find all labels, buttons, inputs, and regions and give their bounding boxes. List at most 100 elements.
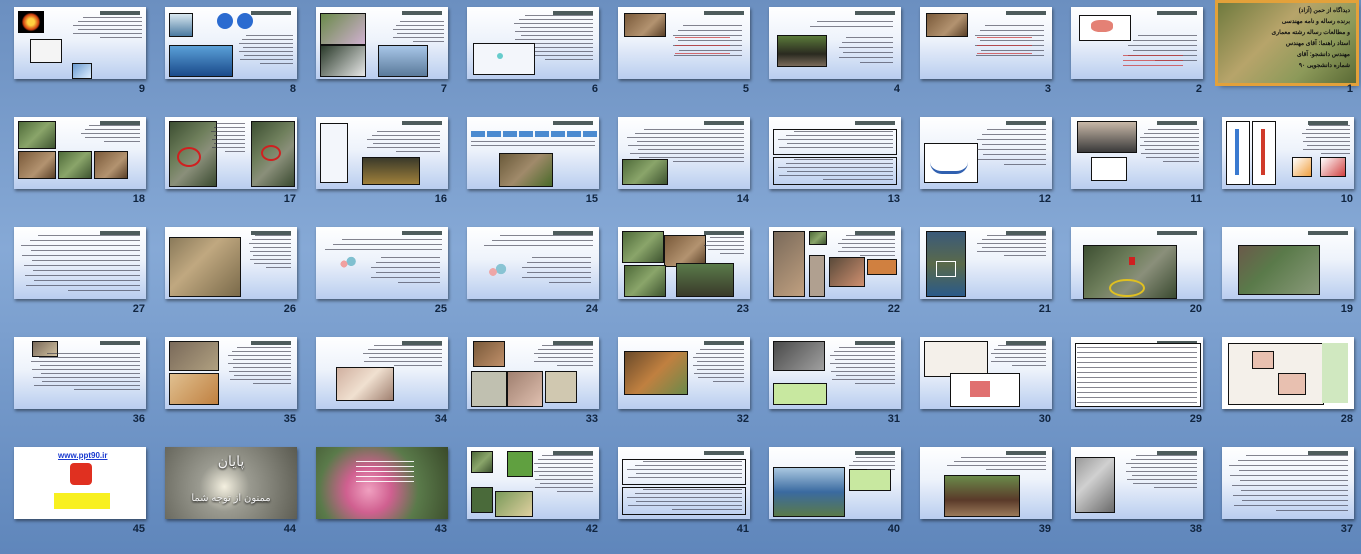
slide-thumbnail-39[interactable] [920, 447, 1052, 519]
slide-cell[interactable]: 2 [1057, 0, 1208, 110]
text-line [627, 497, 742, 498]
slide-cell[interactable]: 24 [453, 220, 604, 330]
slide-thumbnail-9[interactable] [14, 7, 146, 79]
slide-cell[interactable]: 14 [604, 110, 755, 220]
slide-cell[interactable]: 23 [604, 220, 755, 330]
slide-cell[interactable]: 40 [755, 440, 906, 550]
slide-cell[interactable]: 6 [453, 0, 604, 110]
slide-thumbnail-36[interactable] [14, 337, 146, 409]
slide-thumbnail-30[interactable] [920, 337, 1052, 409]
slide-thumbnail-14[interactable] [618, 117, 750, 189]
text-line [525, 15, 593, 16]
slide-cell[interactable]: 27 [0, 220, 151, 330]
slide-thumbnail-3[interactable] [920, 7, 1052, 79]
slide-thumbnail-31[interactable] [769, 337, 901, 409]
slide-cell[interactable]: 16 [302, 110, 453, 220]
slide-thumbnail-25[interactable] [316, 227, 448, 299]
slide-cell[interactable]: 43 [302, 440, 453, 550]
slide-cell[interactable]: دیداگاه از حمن (آزاد) برنده رساله و نامه … [1208, 0, 1359, 110]
slide-thumbnail-33[interactable] [467, 337, 599, 409]
slide-cell[interactable]: پایان ممنون از توجه شما 44 [151, 440, 302, 550]
text-line [1303, 149, 1350, 150]
slide-cell[interactable]: 20 [1057, 220, 1208, 330]
slide-cell[interactable]: 3 [906, 0, 1057, 110]
slide-cell[interactable]: 15 [453, 110, 604, 220]
slide-cell[interactable]: 17 [151, 110, 302, 220]
slide-thumbnail-13[interactable] [769, 117, 901, 189]
slide-thumbnail-5[interactable] [618, 7, 750, 79]
slide-cell[interactable]: 28 [1208, 330, 1359, 440]
slide-cell[interactable]: 19 [1208, 220, 1359, 330]
slide-cell[interactable]: 32 [604, 330, 755, 440]
slide-cell[interactable]: 13 [755, 110, 906, 220]
slide-cell[interactable]: www.ppt90.ir 45 [0, 440, 151, 550]
slide-cell[interactable]: 21 [906, 220, 1057, 330]
slide-cell[interactable]: 12 [906, 110, 1057, 220]
ppt90-link[interactable]: www.ppt90.ir [58, 451, 108, 460]
text-line [845, 235, 895, 236]
slide-thumbnail-42[interactable] [467, 447, 599, 519]
slide-thumbnail-8[interactable] [165, 7, 297, 79]
slide-thumbnail-24[interactable] [467, 227, 599, 299]
slide-cell[interactable]: 35 [151, 330, 302, 440]
slide-cell[interactable]: 36 [0, 330, 151, 440]
slide-thumbnail-17[interactable] [165, 117, 297, 189]
text-line [990, 353, 1046, 354]
slide-thumbnail-27[interactable] [14, 227, 146, 299]
slide-cell[interactable]: 7 [302, 0, 453, 110]
slide-thumbnail-44[interactable]: پایان ممنون از توجه شما [165, 447, 297, 519]
slide-thumbnail-41[interactable] [618, 447, 750, 519]
table-row [471, 145, 595, 146]
slide-thumbnail-20[interactable] [1071, 227, 1203, 299]
slide-cell[interactable]: 33 [453, 330, 604, 440]
slide-thumbnail-12[interactable] [920, 117, 1052, 189]
slide-thumbnail-38[interactable] [1071, 447, 1203, 519]
slide-thumbnail-6[interactable] [467, 7, 599, 79]
slide-cell[interactable]: 31 [755, 330, 906, 440]
slide-thumbnail-32[interactable] [618, 337, 750, 409]
slide-thumbnail-29[interactable] [1071, 337, 1203, 409]
slide-cell[interactable]: 22 [755, 220, 906, 330]
slide-cell[interactable]: 26 [151, 220, 302, 330]
slide-cell[interactable]: 5 [604, 0, 755, 110]
slide-cell[interactable]: 34 [302, 330, 453, 440]
slide-thumbnail-2[interactable] [1071, 7, 1203, 79]
slide-cell[interactable]: 42 [453, 440, 604, 550]
slide-cell[interactable]: 4 [755, 0, 906, 110]
slide-thumbnail-23[interactable] [618, 227, 750, 299]
slide-thumbnail-15[interactable] [467, 117, 599, 189]
slide-thumbnail-35[interactable] [165, 337, 297, 409]
slide-thumbnail-40[interactable] [769, 447, 901, 519]
slide-thumbnail-37[interactable] [1222, 447, 1354, 519]
slide-thumbnail-43[interactable] [316, 447, 448, 519]
wind-diagram [1091, 157, 1127, 181]
slide-cell[interactable]: 11 [1057, 110, 1208, 220]
slide-cell[interactable]: 30 [906, 330, 1057, 440]
slide-thumbnail-28[interactable] [1222, 337, 1354, 409]
slide-thumbnail-18[interactable] [14, 117, 146, 189]
text-line [787, 143, 893, 144]
slide-thumbnail-45[interactable]: www.ppt90.ir [14, 447, 146, 519]
slide-cell[interactable]: 29 [1057, 330, 1208, 440]
slide-cell[interactable]: 37 [1208, 440, 1359, 550]
slide-thumbnail-10[interactable] [1222, 117, 1354, 189]
slide-thumbnail-34[interactable] [316, 337, 448, 409]
slide-cell[interactable]: 38 [1057, 440, 1208, 550]
slide-thumbnail-4[interactable] [769, 7, 901, 79]
slide-thumbnail-26[interactable] [165, 227, 297, 299]
slide-thumbnail-7[interactable] [316, 7, 448, 79]
slide-cell[interactable]: 25 [302, 220, 453, 330]
slide-cell[interactable]: 39 [906, 440, 1057, 550]
slide-cell[interactable]: 10 [1208, 110, 1359, 220]
slide-thumbnail-1[interactable]: دیداگاه از حمن (آزاد) برنده رساله و نامه … [1215, 0, 1359, 86]
slide-photo [94, 151, 128, 179]
slide-cell[interactable]: 18 [0, 110, 151, 220]
slide-cell[interactable]: 9 [0, 0, 151, 110]
slide-thumbnail-19[interactable] [1222, 227, 1354, 299]
slide-thumbnail-11[interactable] [1071, 117, 1203, 189]
slide-cell[interactable]: 41 [604, 440, 755, 550]
slide-thumbnail-22[interactable] [769, 227, 901, 299]
slide-thumbnail-21[interactable] [920, 227, 1052, 299]
slide-cell[interactable]: 8 [151, 0, 302, 110]
slide-thumbnail-16[interactable] [316, 117, 448, 189]
